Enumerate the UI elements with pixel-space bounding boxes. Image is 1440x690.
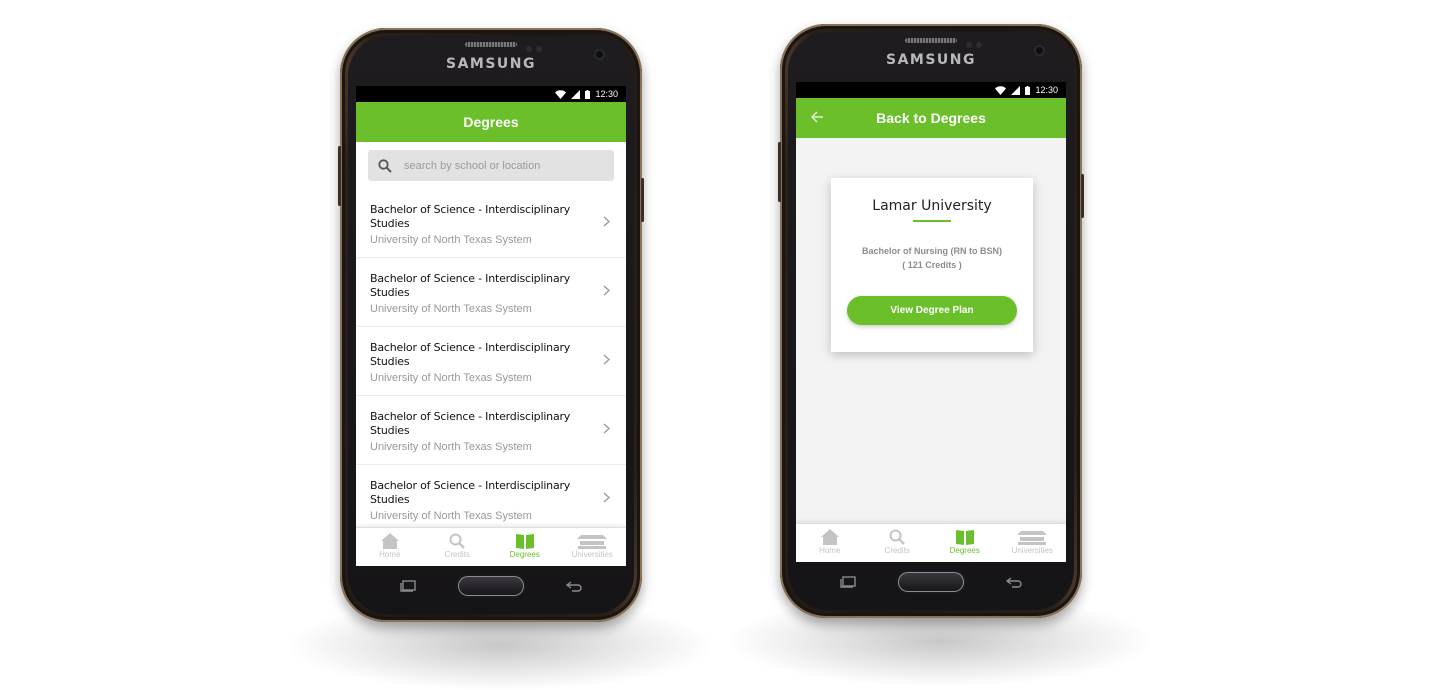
degree-title: Bachelor of Science - Interdisciplinary …	[370, 410, 571, 437]
chevron-right-icon	[603, 354, 610, 365]
app-bar: Degrees	[356, 102, 626, 142]
tab-label: Credits	[444, 550, 470, 559]
home-icon	[820, 529, 839, 545]
list-item[interactable]: Bachelor of Science - Interdisciplinary …	[356, 327, 626, 396]
list-item[interactable]: Bachelor of Science - Interdisciplinary …	[356, 396, 626, 465]
chevron-right-icon	[603, 423, 610, 434]
bottom-tab-bar: Home Credits Degrees Universities	[796, 523, 1066, 562]
tab-label: Credits	[884, 546, 910, 555]
search-bar	[356, 142, 626, 189]
back-hardware-icon[interactable]	[566, 580, 582, 592]
power-button	[1081, 174, 1084, 218]
status-bar: 12:30	[356, 86, 626, 102]
phone-left: SAMSUNG 12:30 Degrees Bachelor of Scienc…	[338, 28, 644, 622]
university-name: University of North Texas System	[370, 234, 532, 246]
home-icon	[380, 533, 399, 549]
earpiece-speaker	[465, 42, 517, 47]
screen: 12:30 Degrees Bachelor of Science - Inte…	[356, 86, 626, 566]
tab-credits[interactable]: Credits	[864, 524, 932, 562]
page-title: Degrees	[463, 114, 519, 130]
degree-title: Bachelor of Science - Interdisciplinary …	[370, 341, 571, 368]
list-item[interactable]: Bachelor of Science - Interdisciplinary …	[356, 258, 626, 327]
tab-label: Universities	[1011, 546, 1053, 555]
degree-card: Lamar University Bachelor of Nursing (RN…	[831, 178, 1033, 352]
battery-icon	[1025, 85, 1031, 95]
list-item[interactable]: Bachelor of Science - Interdisciplinary …	[356, 465, 626, 534]
search-input[interactable]	[404, 159, 594, 172]
back-hardware-icon[interactable]	[1006, 576, 1022, 588]
university-name: University of North Texas System	[370, 510, 532, 522]
book-icon	[955, 530, 974, 545]
search-icon	[449, 533, 466, 549]
tab-degrees[interactable]: Degrees	[491, 528, 559, 566]
recent-apps-icon[interactable]	[840, 576, 856, 588]
tab-universities[interactable]: Universities	[999, 524, 1067, 562]
power-button	[641, 178, 644, 222]
battery-icon	[585, 89, 591, 99]
tab-credits[interactable]: Credits	[424, 528, 492, 566]
university-name: University of North Texas System	[370, 303, 532, 315]
earpiece-speaker	[905, 38, 957, 43]
tab-home[interactable]: Home	[356, 528, 424, 566]
degree-title: Bachelor of Science - Interdisciplinary …	[370, 479, 571, 506]
back-arrow-icon[interactable]	[810, 110, 824, 124]
screen: 12:30 Back to Degrees Lamar University B…	[796, 82, 1066, 562]
bottom-tab-bar: Home Credits Degrees Universities	[356, 527, 626, 566]
hardware-nav	[340, 576, 642, 600]
chevron-right-icon	[603, 216, 610, 227]
university-icon	[1017, 531, 1048, 545]
recent-apps-icon[interactable]	[400, 580, 416, 592]
title-underline	[913, 220, 951, 222]
proximity-sensor	[976, 42, 982, 48]
tab-universities[interactable]: Universities	[559, 528, 627, 566]
status-time: 12:30	[595, 89, 618, 99]
volume-button	[338, 146, 341, 206]
view-degree-plan-button[interactable]: View Degree Plan	[847, 296, 1017, 325]
page-title[interactable]: Back to Degrees	[876, 110, 986, 126]
tab-degrees[interactable]: Degrees	[931, 524, 999, 562]
search-icon	[378, 158, 392, 173]
search-icon	[889, 529, 906, 545]
degree-title: Bachelor of Science - Interdisciplinary …	[370, 272, 571, 299]
app-bar: Back to Degrees	[796, 98, 1066, 138]
status-time: 12:30	[1035, 85, 1058, 95]
tab-label: Universities	[571, 550, 613, 559]
chevron-right-icon	[603, 492, 610, 503]
signal-icon	[571, 89, 581, 99]
tab-home[interactable]: Home	[796, 524, 864, 562]
volume-button	[778, 142, 781, 202]
tab-label: Home	[819, 546, 841, 555]
tab-label: Degrees	[509, 550, 540, 559]
wifi-icon	[555, 89, 567, 99]
university-name: Lamar University	[872, 198, 992, 214]
degree-credits: ( 121 Credits )	[902, 260, 962, 270]
degree-list: Bachelor of Science - Interdisciplinary …	[356, 189, 626, 534]
list-item[interactable]: Bachelor of Science - Interdisciplinary …	[356, 189, 626, 258]
tab-label: Home	[379, 550, 401, 559]
brand-logo: SAMSUNG	[445, 56, 536, 72]
university-name: University of North Texas System	[370, 372, 532, 384]
book-icon	[515, 534, 534, 549]
university-icon	[577, 535, 608, 549]
university-name: University of North Texas System	[370, 441, 532, 453]
degree-title: Bachelor of Science - Interdisciplinary …	[370, 203, 571, 230]
proximity-sensor	[536, 46, 542, 52]
phone-right: SAMSUNG 12:30 Back to Degrees Lamar Univ…	[778, 24, 1084, 618]
signal-icon	[1011, 85, 1021, 95]
degree-name: Bachelor of Nursing (RN to BSN)	[861, 246, 1002, 256]
tab-label: Degrees	[949, 546, 980, 555]
search-field[interactable]	[368, 150, 614, 181]
status-bar: 12:30	[796, 82, 1066, 98]
chevron-right-icon	[603, 285, 610, 296]
proximity-sensor	[966, 42, 972, 48]
hardware-nav	[780, 572, 1082, 596]
proximity-sensor	[526, 46, 532, 52]
home-hardware-button[interactable]	[898, 572, 964, 592]
brand-logo: SAMSUNG	[885, 52, 976, 68]
home-hardware-button[interactable]	[458, 576, 524, 596]
wifi-icon	[995, 85, 1007, 95]
